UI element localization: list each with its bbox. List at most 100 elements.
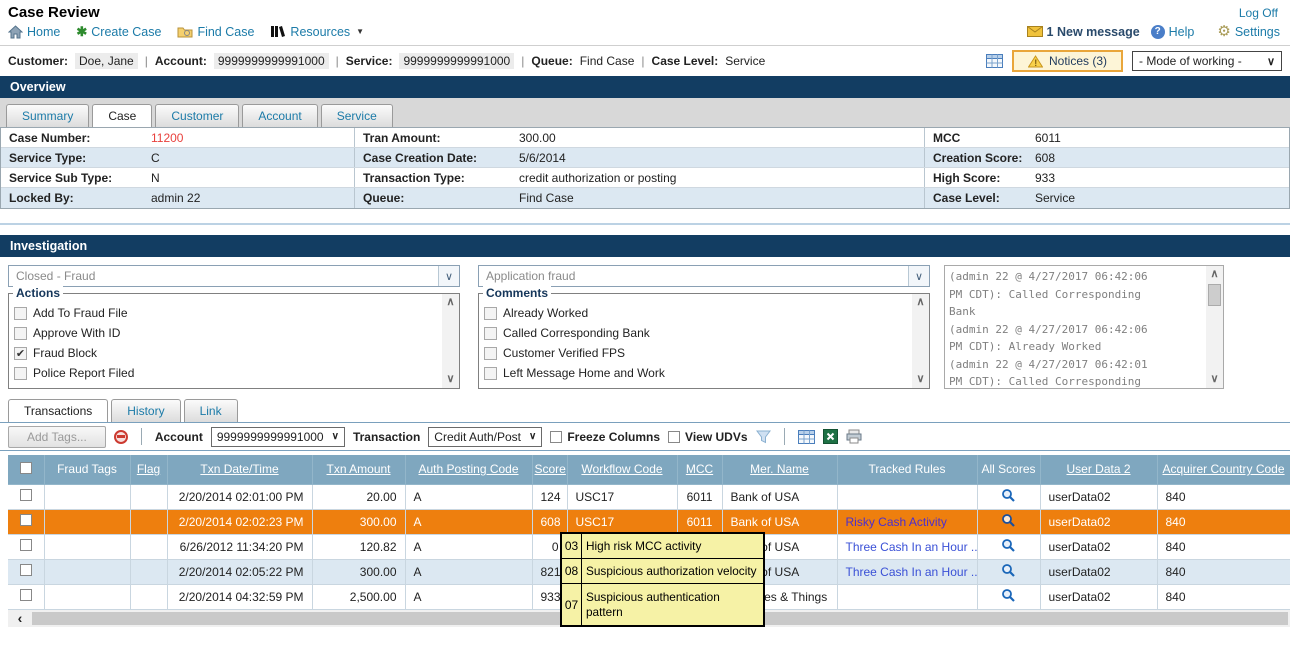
checkbox[interactable] <box>484 347 497 360</box>
col-flag[interactable]: Flag <box>130 455 167 484</box>
tab-transactions[interactable]: Transactions <box>8 399 108 422</box>
scrollbar[interactable]: ∧∨ <box>1206 266 1223 388</box>
fraud-tags-cell <box>44 534 130 559</box>
checkbox[interactable] <box>14 367 27 380</box>
comments-legend: Comments <box>483 286 551 300</box>
checkbox[interactable] <box>484 307 497 320</box>
table-header-row: Fraud Tags Flag Txn Date/Time Txn Amount… <box>8 455 1290 484</box>
col-acquirer-country-code[interactable]: Acquirer Country Code <box>1157 455 1290 484</box>
scroll-up-icon[interactable]: ∧ <box>446 297 454 308</box>
detail-row: Service Type: C Case Creation Date: 5/6/… <box>1 148 1289 168</box>
fraud-tags-cell <box>44 584 130 609</box>
comments-fieldset: Comments Already Worked Called Correspon… <box>478 293 930 389</box>
col-workflow-code[interactable]: Workflow Code <box>567 455 677 484</box>
scroll-up-icon[interactable]: ∧ <box>916 297 924 308</box>
customer-value: Doe, Jane <box>75 53 138 69</box>
fraud-tags-cell <box>44 509 130 534</box>
settings-link[interactable]: ⚙ Settings <box>1217 24 1280 39</box>
tab-case[interactable]: Case <box>92 104 152 127</box>
col-txn-datetime[interactable]: Txn Date/Time <box>167 455 312 484</box>
scrollbar[interactable]: ∧∨ <box>912 294 929 388</box>
fraud-type-select[interactable]: Application fraud ∨ <box>478 265 930 287</box>
help-link[interactable]: ? Help <box>1151 25 1195 39</box>
tracked-rule-link[interactable]: Risky Cash Activity <box>846 515 947 529</box>
row-checkbox[interactable] <box>20 514 32 526</box>
scroll-thumb[interactable] <box>1208 284 1221 306</box>
comment-checkbox-item[interactable]: Already Worked <box>484 303 929 323</box>
row-checkbox[interactable] <box>20 539 32 551</box>
tracked-rule-link[interactable]: Three Cash In an Hour ... <box>846 565 978 579</box>
checkbox[interactable] <box>484 327 497 340</box>
notices-button[interactable]: ! Notices (3) <box>1012 50 1123 72</box>
freeze-columns-checkbox[interactable] <box>550 431 562 443</box>
add-tags-button[interactable]: Add Tags... <box>8 426 106 448</box>
filter-icon[interactable] <box>756 430 771 444</box>
scroll-left-icon[interactable]: ‹ <box>8 611 32 625</box>
nav-create-case[interactable]: ✱ Create Case <box>76 24 161 40</box>
col-user-data-2[interactable]: User Data 2 <box>1040 455 1157 484</box>
checkbox[interactable] <box>484 367 497 380</box>
scrollbar[interactable]: ∧∨ <box>442 294 459 388</box>
case-status-select[interactable]: Closed - Fraud ∨ <box>8 265 460 287</box>
user-data-2-cell: userData02 <box>1040 534 1157 559</box>
scroll-down-icon[interactable]: ∨ <box>1210 374 1218 385</box>
auth-posting-code-cell: A <box>405 484 532 509</box>
export-excel-icon[interactable] <box>823 429 838 444</box>
col-auth-posting-code[interactable]: Auth Posting Code <box>405 455 532 484</box>
grid-view-icon[interactable] <box>986 54 1003 68</box>
all-scores-cell <box>977 559 1040 584</box>
no-entry-icon[interactable] <box>114 430 128 444</box>
nav-home[interactable]: Home <box>8 25 60 39</box>
row-checkbox[interactable] <box>20 489 32 501</box>
row-checkbox[interactable] <box>20 564 32 576</box>
comment-checkbox-item[interactable]: Customer Verified FPS <box>484 343 929 363</box>
comment-checkbox-item[interactable]: Left Message Home and Work <box>484 363 929 383</box>
tab-customer[interactable]: Customer <box>155 104 239 127</box>
txn-amount-cell: 2,500.00 <box>312 584 405 609</box>
field-label: Case Creation Date: <box>355 148 511 167</box>
view-udvs-checkbox[interactable] <box>668 431 680 443</box>
magnifier-icon[interactable] <box>1001 488 1016 503</box>
magnifier-icon[interactable] <box>1001 513 1016 528</box>
magnifier-icon[interactable] <box>1001 538 1016 553</box>
tab-account[interactable]: Account <box>242 104 317 127</box>
nav-resources[interactable]: Resources ▼ <box>270 25 364 39</box>
tab-summary[interactable]: Summary <box>6 104 89 127</box>
checkbox[interactable] <box>14 347 27 360</box>
print-icon[interactable] <box>846 429 862 444</box>
account-select[interactable]: 9999999999991000 ∨ <box>211 427 345 447</box>
action-checkbox-item[interactable]: Fraud Block <box>14 343 459 363</box>
magnifier-icon[interactable] <box>1001 588 1016 603</box>
action-checkbox-item[interactable]: Police Report Filed <box>14 363 459 383</box>
new-message-link[interactable]: 1 New message <box>1027 25 1140 39</box>
action-checkbox-item[interactable]: Approve With ID <box>14 323 459 343</box>
auth-posting-code-cell: A <box>405 534 532 559</box>
grid-view-icon[interactable] <box>798 430 815 444</box>
nav-find-case[interactable]: Find Case <box>177 25 254 39</box>
magnifier-icon[interactable] <box>1001 563 1016 578</box>
tab-history[interactable]: History <box>111 399 180 422</box>
txn-datetime-cell: 2/20/2014 02:01:00 PM <box>167 484 312 509</box>
tab-link[interactable]: Link <box>184 399 238 422</box>
scroll-up-icon[interactable]: ∧ <box>1210 269 1218 280</box>
mode-of-working-select[interactable]: - Mode of working - ∨ <box>1132 51 1282 71</box>
checkbox[interactable] <box>14 307 27 320</box>
action-checkbox-item[interactable]: Add To Fraud File <box>14 303 459 323</box>
case-log-textarea[interactable]: (admin 22 @ 4/27/2017 06:42:06 PM CDT): … <box>944 265 1224 389</box>
scroll-down-icon[interactable]: ∨ <box>916 374 924 385</box>
col-score[interactable]: Score <box>532 455 567 484</box>
row-checkbox[interactable] <box>20 589 32 601</box>
transaction-select[interactable]: Credit Auth/Post ∨ <box>428 427 542 447</box>
checkbox[interactable] <box>14 327 27 340</box>
scroll-down-icon[interactable]: ∨ <box>446 374 454 385</box>
comment-checkbox-item[interactable]: Called Corresponding Bank <box>484 323 929 343</box>
col-mer-name[interactable]: Mer. Name <box>722 455 837 484</box>
col-mcc[interactable]: MCC <box>677 455 722 484</box>
log-off-link[interactable]: Log Off <box>1239 6 1278 20</box>
select-all-checkbox[interactable] <box>20 462 32 474</box>
tracked-rule-link[interactable]: Three Cash In an Hour ... <box>846 540 978 554</box>
tab-service[interactable]: Service <box>321 104 393 127</box>
auth-posting-code-cell: A <box>405 584 532 609</box>
acquirer-country-cell: 840 <box>1157 484 1290 509</box>
col-txn-amount[interactable]: Txn Amount <box>312 455 405 484</box>
